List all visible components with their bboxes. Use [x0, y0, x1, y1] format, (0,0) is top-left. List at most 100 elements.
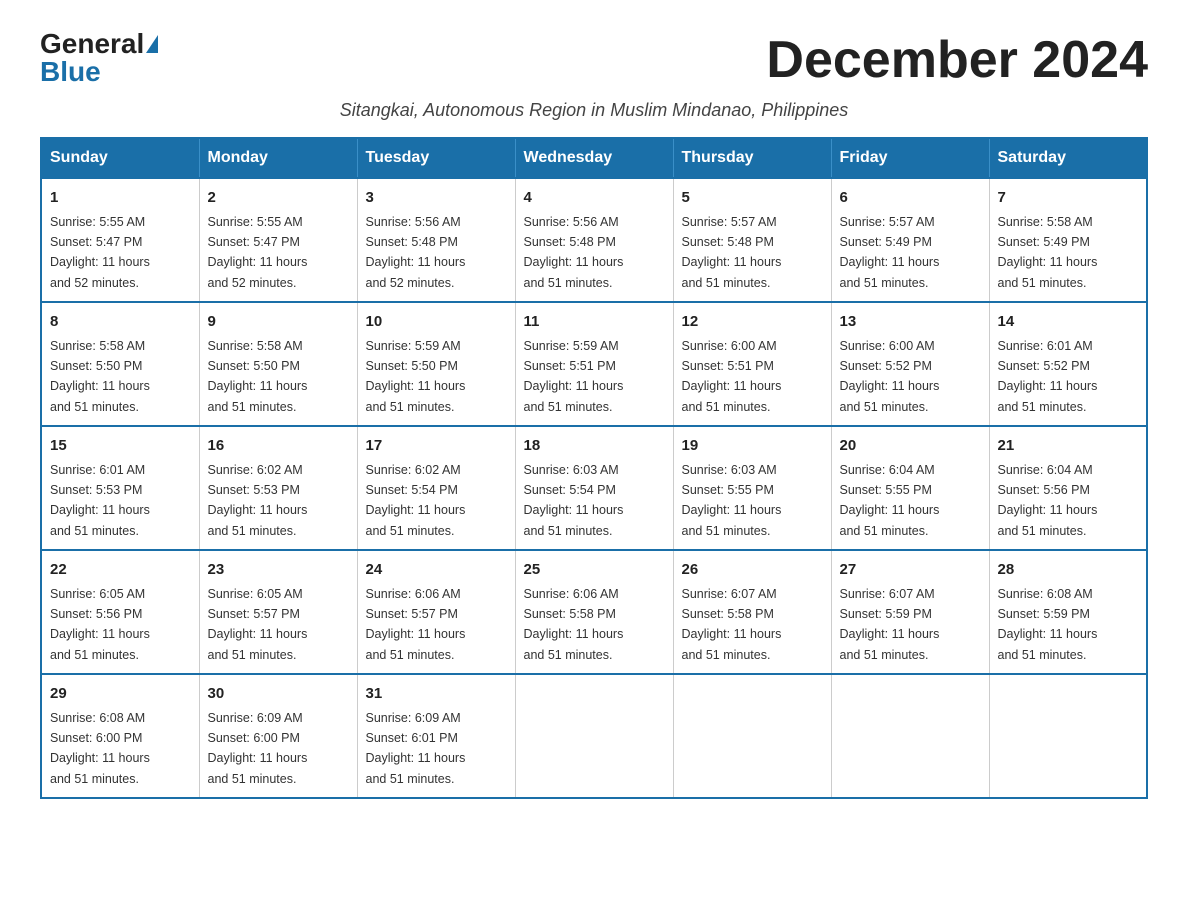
- day-info: Sunrise: 5:57 AMSunset: 5:48 PMDaylight:…: [682, 215, 782, 290]
- day-number: 12: [682, 311, 823, 334]
- day-number: 27: [840, 559, 981, 582]
- calendar-day-cell: 15 Sunrise: 6:01 AMSunset: 5:53 PMDaylig…: [41, 426, 199, 550]
- calendar-day-cell: 8 Sunrise: 5:58 AMSunset: 5:50 PMDayligh…: [41, 302, 199, 426]
- day-number: 25: [524, 559, 665, 582]
- day-info: Sunrise: 5:55 AMSunset: 5:47 PMDaylight:…: [208, 215, 308, 290]
- day-number: 22: [50, 559, 191, 582]
- logo-triangle-icon: [146, 35, 158, 53]
- day-number: 14: [998, 311, 1139, 334]
- day-number: 6: [840, 187, 981, 210]
- calendar-day-cell: 9 Sunrise: 5:58 AMSunset: 5:50 PMDayligh…: [199, 302, 357, 426]
- calendar-day-cell: 29 Sunrise: 6:08 AMSunset: 6:00 PMDaylig…: [41, 674, 199, 798]
- calendar-day-cell: 27 Sunrise: 6:07 AMSunset: 5:59 PMDaylig…: [831, 550, 989, 674]
- day-info: Sunrise: 6:02 AMSunset: 5:54 PMDaylight:…: [366, 463, 466, 538]
- calendar-day-cell: 22 Sunrise: 6:05 AMSunset: 5:56 PMDaylig…: [41, 550, 199, 674]
- day-number: 3: [366, 187, 507, 210]
- day-number: 24: [366, 559, 507, 582]
- calendar-day-cell: 14 Sunrise: 6:01 AMSunset: 5:52 PMDaylig…: [989, 302, 1147, 426]
- calendar-day-cell: 13 Sunrise: 6:00 AMSunset: 5:52 PMDaylig…: [831, 302, 989, 426]
- day-number: 11: [524, 311, 665, 334]
- day-number: 16: [208, 435, 349, 458]
- day-number: 30: [208, 683, 349, 706]
- day-info: Sunrise: 5:55 AMSunset: 5:47 PMDaylight:…: [50, 215, 150, 290]
- day-number: 23: [208, 559, 349, 582]
- day-number: 18: [524, 435, 665, 458]
- calendar-day-cell: 1 Sunrise: 5:55 AMSunset: 5:47 PMDayligh…: [41, 178, 199, 302]
- calendar-day-cell: 3 Sunrise: 5:56 AMSunset: 5:48 PMDayligh…: [357, 178, 515, 302]
- day-number: 29: [50, 683, 191, 706]
- calendar-header-friday: Friday: [831, 138, 989, 178]
- calendar-day-cell: 23 Sunrise: 6:05 AMSunset: 5:57 PMDaylig…: [199, 550, 357, 674]
- calendar-day-cell: 2 Sunrise: 5:55 AMSunset: 5:47 PMDayligh…: [199, 178, 357, 302]
- day-number: 26: [682, 559, 823, 582]
- day-info: Sunrise: 6:07 AMSunset: 5:59 PMDaylight:…: [840, 587, 940, 662]
- day-number: 31: [366, 683, 507, 706]
- day-number: 2: [208, 187, 349, 210]
- calendar-day-cell: [673, 674, 831, 798]
- logo: General Blue: [40, 30, 158, 86]
- calendar-day-cell: 10 Sunrise: 5:59 AMSunset: 5:50 PMDaylig…: [357, 302, 515, 426]
- calendar-header-wednesday: Wednesday: [515, 138, 673, 178]
- day-info: Sunrise: 5:59 AMSunset: 5:51 PMDaylight:…: [524, 339, 624, 414]
- day-info: Sunrise: 6:05 AMSunset: 5:57 PMDaylight:…: [208, 587, 308, 662]
- calendar-day-cell: 18 Sunrise: 6:03 AMSunset: 5:54 PMDaylig…: [515, 426, 673, 550]
- day-info: Sunrise: 5:59 AMSunset: 5:50 PMDaylight:…: [366, 339, 466, 414]
- day-info: Sunrise: 6:04 AMSunset: 5:55 PMDaylight:…: [840, 463, 940, 538]
- day-number: 19: [682, 435, 823, 458]
- day-number: 4: [524, 187, 665, 210]
- day-number: 5: [682, 187, 823, 210]
- day-info: Sunrise: 5:56 AMSunset: 5:48 PMDaylight:…: [366, 215, 466, 290]
- calendar-week-row: 15 Sunrise: 6:01 AMSunset: 5:53 PMDaylig…: [41, 426, 1147, 550]
- calendar-header-saturday: Saturday: [989, 138, 1147, 178]
- calendar-day-cell: [989, 674, 1147, 798]
- calendar-header-monday: Monday: [199, 138, 357, 178]
- calendar-day-cell: 24 Sunrise: 6:06 AMSunset: 5:57 PMDaylig…: [357, 550, 515, 674]
- calendar-week-row: 22 Sunrise: 6:05 AMSunset: 5:56 PMDaylig…: [41, 550, 1147, 674]
- calendar-day-cell: [515, 674, 673, 798]
- day-number: 10: [366, 311, 507, 334]
- page-header: General Blue December 2024: [40, 30, 1148, 90]
- day-info: Sunrise: 6:06 AMSunset: 5:57 PMDaylight:…: [366, 587, 466, 662]
- calendar-week-row: 29 Sunrise: 6:08 AMSunset: 6:00 PMDaylig…: [41, 674, 1147, 798]
- location-subtitle: Sitangkai, Autonomous Region in Muslim M…: [40, 100, 1148, 121]
- calendar-table: SundayMondayTuesdayWednesdayThursdayFrid…: [40, 137, 1148, 799]
- day-info: Sunrise: 6:04 AMSunset: 5:56 PMDaylight:…: [998, 463, 1098, 538]
- calendar-day-cell: 31 Sunrise: 6:09 AMSunset: 6:01 PMDaylig…: [357, 674, 515, 798]
- calendar-header-tuesday: Tuesday: [357, 138, 515, 178]
- calendar-day-cell: 19 Sunrise: 6:03 AMSunset: 5:55 PMDaylig…: [673, 426, 831, 550]
- day-info: Sunrise: 6:03 AMSunset: 5:55 PMDaylight:…: [682, 463, 782, 538]
- day-info: Sunrise: 6:03 AMSunset: 5:54 PMDaylight:…: [524, 463, 624, 538]
- calendar-week-row: 1 Sunrise: 5:55 AMSunset: 5:47 PMDayligh…: [41, 178, 1147, 302]
- day-number: 8: [50, 311, 191, 334]
- calendar-day-cell: 5 Sunrise: 5:57 AMSunset: 5:48 PMDayligh…: [673, 178, 831, 302]
- day-info: Sunrise: 5:58 AMSunset: 5:50 PMDaylight:…: [208, 339, 308, 414]
- day-info: Sunrise: 6:09 AMSunset: 6:00 PMDaylight:…: [208, 711, 308, 786]
- day-info: Sunrise: 5:58 AMSunset: 5:50 PMDaylight:…: [50, 339, 150, 414]
- calendar-week-row: 8 Sunrise: 5:58 AMSunset: 5:50 PMDayligh…: [41, 302, 1147, 426]
- day-info: Sunrise: 6:00 AMSunset: 5:51 PMDaylight:…: [682, 339, 782, 414]
- calendar-day-cell: 12 Sunrise: 6:00 AMSunset: 5:51 PMDaylig…: [673, 302, 831, 426]
- calendar-day-cell: 17 Sunrise: 6:02 AMSunset: 5:54 PMDaylig…: [357, 426, 515, 550]
- day-info: Sunrise: 5:57 AMSunset: 5:49 PMDaylight:…: [840, 215, 940, 290]
- day-info: Sunrise: 6:05 AMSunset: 5:56 PMDaylight:…: [50, 587, 150, 662]
- day-info: Sunrise: 5:56 AMSunset: 5:48 PMDaylight:…: [524, 215, 624, 290]
- day-info: Sunrise: 6:02 AMSunset: 5:53 PMDaylight:…: [208, 463, 308, 538]
- day-number: 15: [50, 435, 191, 458]
- day-number: 21: [998, 435, 1139, 458]
- day-info: Sunrise: 6:06 AMSunset: 5:58 PMDaylight:…: [524, 587, 624, 662]
- calendar-day-cell: 30 Sunrise: 6:09 AMSunset: 6:00 PMDaylig…: [199, 674, 357, 798]
- day-info: Sunrise: 5:58 AMSunset: 5:49 PMDaylight:…: [998, 215, 1098, 290]
- calendar-day-cell: 20 Sunrise: 6:04 AMSunset: 5:55 PMDaylig…: [831, 426, 989, 550]
- calendar-day-cell: 16 Sunrise: 6:02 AMSunset: 5:53 PMDaylig…: [199, 426, 357, 550]
- logo-general: General: [40, 30, 144, 58]
- calendar-day-cell: 6 Sunrise: 5:57 AMSunset: 5:49 PMDayligh…: [831, 178, 989, 302]
- day-number: 20: [840, 435, 981, 458]
- day-number: 7: [998, 187, 1139, 210]
- day-info: Sunrise: 6:08 AMSunset: 5:59 PMDaylight:…: [998, 587, 1098, 662]
- day-info: Sunrise: 6:00 AMSunset: 5:52 PMDaylight:…: [840, 339, 940, 414]
- calendar-header-thursday: Thursday: [673, 138, 831, 178]
- calendar-day-cell: 28 Sunrise: 6:08 AMSunset: 5:59 PMDaylig…: [989, 550, 1147, 674]
- day-number: 28: [998, 559, 1139, 582]
- calendar-day-cell: 11 Sunrise: 5:59 AMSunset: 5:51 PMDaylig…: [515, 302, 673, 426]
- day-number: 17: [366, 435, 507, 458]
